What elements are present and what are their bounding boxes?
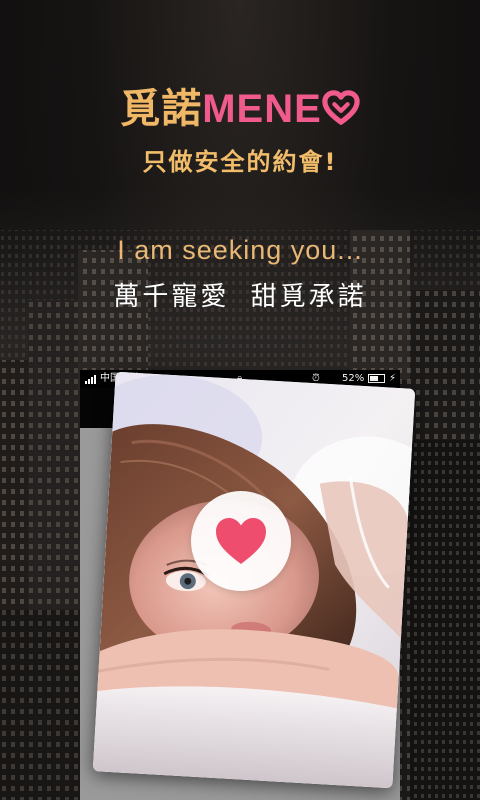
splash-screen: 覓諾MENE 只做安全的約會! I am seeking you... 萬千寵愛…	[0, 0, 480, 800]
battery-icon	[368, 374, 385, 383]
heart-outline-icon	[322, 90, 360, 125]
heart-icon	[216, 518, 266, 564]
battery-level	[370, 376, 378, 381]
like-button[interactable]	[191, 491, 291, 591]
seeking-text: I am seeking you...	[117, 235, 363, 265]
brand-name-english: MENE	[202, 87, 322, 131]
charging-icon: ⚡︎	[389, 373, 397, 384]
slogan: 萬千寵愛 甜覓承諾	[113, 282, 367, 312]
signal-icon	[85, 375, 96, 384]
brand-name-chinese: 覓諾	[120, 86, 203, 132]
brand-logo: 覓諾MENE	[0, 76, 480, 134]
tagline: 只做安全的約會!	[142, 148, 338, 176]
